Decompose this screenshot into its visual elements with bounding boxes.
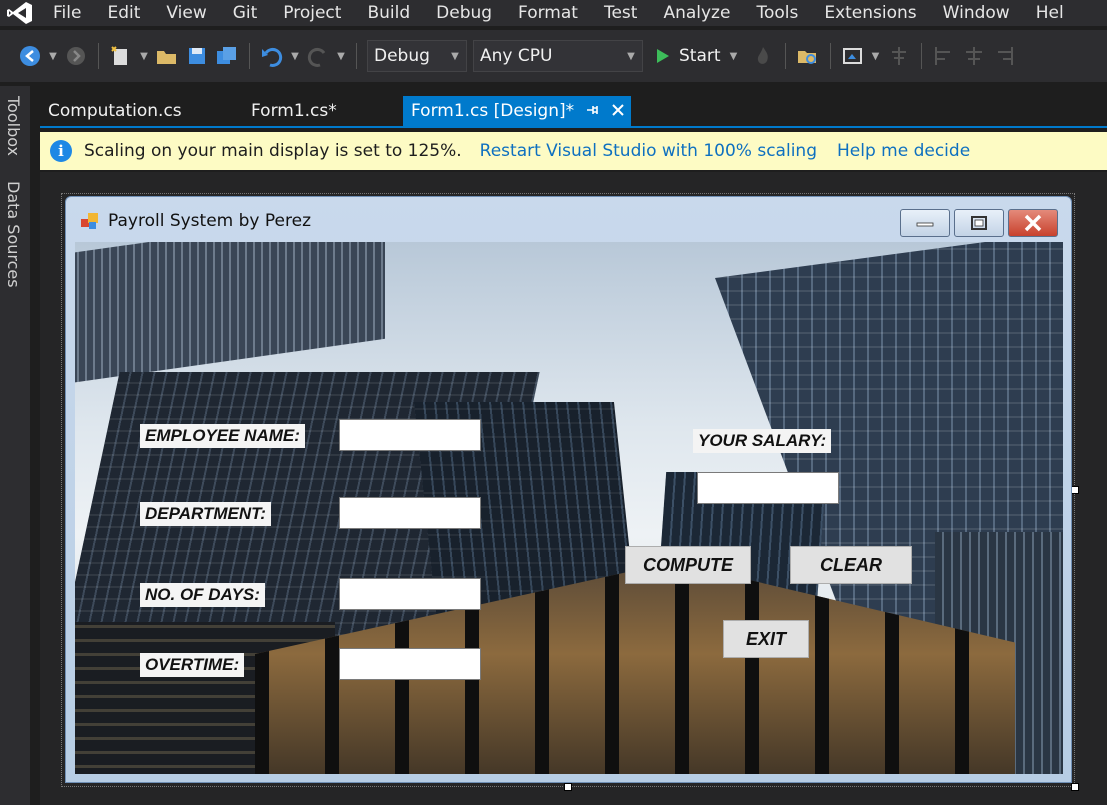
hot-reload-icon[interactable] xyxy=(751,44,775,68)
menu-project[interactable]: Project xyxy=(270,0,354,26)
scaling-info-bar: i Scaling on your main display is set to… xyxy=(40,132,1107,170)
salary-output[interactable] xyxy=(697,472,839,504)
chevron-down-icon: ▼ xyxy=(627,50,635,62)
compute-button[interactable]: COMPUTE xyxy=(625,546,751,584)
undo-icon[interactable] xyxy=(260,44,284,68)
back-dropdown-icon[interactable]: ▼ xyxy=(48,51,58,62)
minimize-icon xyxy=(916,222,934,227)
align-right-icon[interactable] xyxy=(992,44,1016,68)
back-icon[interactable] xyxy=(18,44,42,68)
overtime-input[interactable] xyxy=(339,648,481,680)
menu-extensions[interactable]: Extensions xyxy=(811,0,929,26)
exit-button[interactable]: EXIT xyxy=(723,620,809,658)
solution-platform-value: Any CPU xyxy=(480,46,553,66)
save-all-icon[interactable] xyxy=(215,44,239,68)
align-center-icon[interactable] xyxy=(887,44,911,68)
menu-debug[interactable]: Debug xyxy=(423,0,505,26)
menu-build[interactable]: Build xyxy=(354,0,423,26)
menu-git[interactable]: Git xyxy=(220,0,271,26)
toolbar-separator xyxy=(920,43,922,69)
start-dropdown-icon[interactable]: ▼ xyxy=(729,51,739,62)
days-input[interactable] xyxy=(339,578,481,610)
chevron-down-icon: ▼ xyxy=(451,50,459,62)
department-input[interactable] xyxy=(339,497,481,529)
close-tab-icon[interactable] xyxy=(611,102,625,121)
align-left-icon[interactable] xyxy=(932,44,956,68)
overtime-label: OVERTIME: xyxy=(140,653,245,677)
undo-dropdown-icon[interactable]: ▼ xyxy=(290,51,300,62)
play-icon xyxy=(657,49,669,63)
save-icon[interactable] xyxy=(185,44,209,68)
redo-dropdown-icon[interactable]: ▼ xyxy=(336,51,346,62)
maximize-icon xyxy=(971,216,987,230)
close-icon xyxy=(1024,214,1042,232)
tab-form1-design[interactable]: Form1.cs [Design]* xyxy=(403,96,631,126)
employee-name-input[interactable] xyxy=(339,419,481,451)
tab-actions xyxy=(585,102,625,121)
find-in-files-icon[interactable] xyxy=(796,44,820,68)
resize-handle-corner[interactable] xyxy=(1071,783,1079,791)
redo-icon[interactable] xyxy=(306,44,330,68)
menu-bar: File Edit View Git Project Build Debug F… xyxy=(0,0,1107,26)
resize-handle-bottom[interactable] xyxy=(564,783,572,791)
data-sources-tab[interactable]: Data Sources xyxy=(4,181,23,288)
minimize-button[interactable] xyxy=(900,209,950,237)
menu-edit[interactable]: Edit xyxy=(94,0,153,26)
start-label: Start xyxy=(679,46,721,66)
menu-view[interactable]: View xyxy=(153,0,219,26)
left-tool-rail: Toolbox Data Sources xyxy=(0,86,30,805)
start-button[interactable]: Start ▼ xyxy=(649,46,745,66)
visual-studio-logo-icon[interactable] xyxy=(0,0,40,26)
close-button[interactable] xyxy=(1008,209,1058,237)
toolbar-separator xyxy=(784,43,786,69)
document-tabs: Computation.cs Form1.cs* Form1.cs [Desig… xyxy=(40,96,1107,128)
payroll-form-window[interactable]: Payroll System by Perez EMPLOYEE NAME: D… xyxy=(65,196,1072,783)
toolbar-separator xyxy=(356,43,357,69)
menu-file[interactable]: File xyxy=(40,0,94,26)
restart-scaling-link[interactable]: Restart Visual Studio with 100% scaling xyxy=(480,141,817,161)
days-label: NO. OF DAYS: xyxy=(140,583,265,607)
menu-tools[interactable]: Tools xyxy=(743,0,811,26)
form-title: Payroll System by Perez xyxy=(108,211,311,231)
info-message: Scaling on your main display is set to 1… xyxy=(84,141,462,161)
new-project-icon[interactable] xyxy=(109,44,133,68)
view-designer-icon[interactable] xyxy=(841,44,865,68)
toolbar-separator xyxy=(98,43,99,69)
open-folder-icon[interactable] xyxy=(155,44,179,68)
new-dropdown-icon[interactable]: ▼ xyxy=(139,51,149,62)
menu-format[interactable]: Format xyxy=(505,0,591,26)
toolbar-overflow-icon[interactable]: ▼ xyxy=(871,51,881,62)
form-title-bar: Payroll System by Perez xyxy=(80,211,311,231)
toolbar-separator xyxy=(829,43,831,69)
help-me-decide-link[interactable]: Help me decide xyxy=(837,141,970,161)
department-label: DEPARTMENT: xyxy=(140,502,271,526)
maximize-button[interactable] xyxy=(954,209,1004,237)
tab-computation-cs[interactable]: Computation.cs xyxy=(40,96,245,126)
menu-test[interactable]: Test xyxy=(591,0,650,26)
solution-platform-dropdown[interactable]: Any CPU ▼ xyxy=(473,40,643,72)
info-icon: i xyxy=(50,140,72,162)
menu-help[interactable]: Hel xyxy=(1023,0,1077,26)
employee-name-label: EMPLOYEE NAME: xyxy=(140,424,305,448)
forward-icon[interactable] xyxy=(64,44,88,68)
toolbox-tab[interactable]: Toolbox xyxy=(4,96,23,156)
salary-label: YOUR SALARY: xyxy=(693,429,832,453)
align-middle-icon[interactable] xyxy=(962,44,986,68)
background-building xyxy=(75,242,385,386)
tab-form1-cs[interactable]: Form1.cs* xyxy=(245,96,403,126)
toolbar-separator xyxy=(249,43,250,69)
form-client-area: EMPLOYEE NAME: DEPARTMENT: NO. OF DAYS: … xyxy=(75,242,1063,774)
form-app-icon xyxy=(81,213,98,229)
clear-button[interactable]: CLEAR xyxy=(790,546,912,584)
toolbar: ▼ ▼ ▼ ▼ Debug ▼ Any CPU ▼ Start ▼ ▼ xyxy=(0,30,1107,82)
solution-configuration-dropdown[interactable]: Debug ▼ xyxy=(367,40,467,72)
solution-configuration-value: Debug xyxy=(374,46,430,66)
menu-window[interactable]: Window xyxy=(930,0,1023,26)
pin-tab-icon[interactable] xyxy=(585,102,599,121)
menu-analyze[interactable]: Analyze xyxy=(650,0,743,26)
tab-form1-design-label: Form1.cs [Design]* xyxy=(411,101,575,121)
resize-handle-right[interactable] xyxy=(1071,486,1079,494)
